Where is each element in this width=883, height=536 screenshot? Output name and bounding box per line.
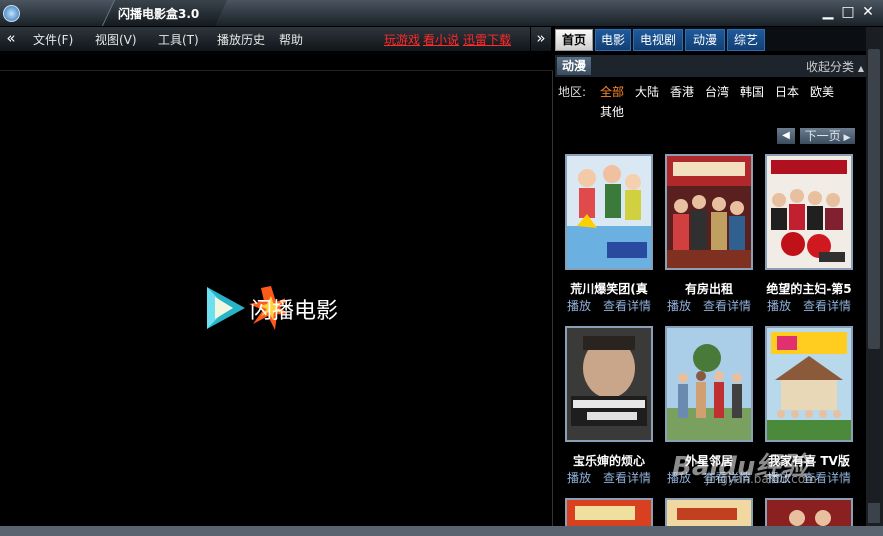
- next-page-button[interactable]: 下一页 ▶: [800, 128, 855, 144]
- collapse-category-label: 收起分类: [806, 60, 855, 74]
- region-hongkong[interactable]: 香港: [670, 82, 694, 102]
- region-other[interactable]: 其他: [600, 102, 624, 122]
- promo-thunder-download-link[interactable]: 迅雷下载: [463, 31, 511, 48]
- movie-poster[interactable]: [765, 154, 853, 270]
- scrollbar-thumb[interactable]: [868, 49, 880, 349]
- play-link[interactable]: 播放: [567, 469, 591, 486]
- poster-image: [667, 328, 751, 440]
- details-link[interactable]: 查看详情: [603, 469, 651, 486]
- arrow-right-icon: ▶: [840, 133, 851, 143]
- menu-view[interactable]: 视图(V): [95, 31, 137, 48]
- poster-image: [767, 500, 851, 526]
- minimize-button[interactable]: ▁: [820, 4, 836, 20]
- menu-file[interactable]: 文件(F): [33, 31, 73, 48]
- close-button[interactable]: ✕: [860, 4, 876, 20]
- menu-bar: « 文件(F) 视图(V) 工具(T) 播放历史 帮助 玩游戏 看小说 迅雷下载: [0, 27, 530, 51]
- menu-tools[interactable]: 工具(T): [158, 31, 199, 48]
- collapse-category-button[interactable]: 收起分类 ▲: [806, 58, 864, 75]
- video-player[interactable]: 闪播电影: [0, 70, 553, 527]
- previous-page-button[interactable]: ◀: [777, 128, 795, 144]
- scrollbar-lower-track[interactable]: [868, 503, 880, 523]
- promo-games-link[interactable]: 玩游戏: [384, 31, 420, 48]
- tab-variety[interactable]: 综艺: [727, 29, 765, 51]
- play-link[interactable]: 播放: [567, 297, 591, 314]
- movie-poster[interactable]: [665, 326, 753, 442]
- status-bar: [0, 526, 883, 536]
- details-link[interactable]: 查看详情: [703, 297, 751, 314]
- movie-poster[interactable]: [565, 326, 653, 442]
- region-japan[interactable]: 日本: [775, 82, 799, 102]
- movie-poster[interactable]: [665, 498, 753, 526]
- tab-movies[interactable]: 电影: [595, 29, 631, 51]
- panel-scrollbar[interactable]: [866, 27, 883, 526]
- collapse-panel-button[interactable]: «: [3, 29, 19, 47]
- region-west[interactable]: 欧美: [810, 82, 834, 102]
- region-korea[interactable]: 韩国: [740, 82, 764, 102]
- movie-title[interactable]: 绝望的主妇-第5: [763, 280, 855, 297]
- promo-novels-link[interactable]: 看小说: [423, 31, 459, 48]
- movie-poster[interactable]: [665, 154, 753, 270]
- poster-image: [567, 156, 651, 268]
- expand-panel-button[interactable]: »: [531, 27, 551, 51]
- menu-help[interactable]: 帮助: [279, 31, 303, 48]
- tab-anime[interactable]: 动漫: [685, 29, 725, 51]
- poster-image: [567, 500, 651, 526]
- play-link[interactable]: 播放: [767, 297, 791, 314]
- baidu-watermark-url: jingyan.baidu.com: [706, 472, 817, 486]
- region-taiwan[interactable]: 台湾: [705, 82, 729, 102]
- movie-poster[interactable]: [765, 498, 853, 526]
- chevron-up-icon: ▲: [857, 64, 864, 73]
- window-title: 闪播电影盒3.0: [118, 7, 200, 21]
- tab-bar: 首页 电影 电视剧 动漫 综艺: [555, 27, 866, 51]
- movie-title[interactable]: 荒川爆笑团(真: [563, 280, 655, 297]
- poster-image: [767, 328, 851, 440]
- category-bar: 动漫 收起分类 ▲: [555, 55, 866, 77]
- region-all[interactable]: 全部: [600, 82, 624, 102]
- details-link[interactable]: 查看详情: [803, 297, 851, 314]
- category-title: 动漫: [557, 57, 592, 75]
- next-page-label: 下一页: [804, 129, 841, 143]
- movie-title[interactable]: 有房出租: [663, 280, 755, 297]
- poster-image: [567, 328, 651, 440]
- details-link[interactable]: 查看详情: [603, 297, 651, 314]
- player-logo: 闪播电影: [205, 283, 350, 333]
- play-link[interactable]: 播放: [667, 297, 691, 314]
- poster-image: [767, 156, 851, 268]
- region-mainland[interactable]: 大陆: [635, 82, 659, 102]
- movie-poster[interactable]: [565, 154, 653, 270]
- player-logo-text: 闪播电影: [250, 299, 339, 324]
- menu-history[interactable]: 播放历史: [217, 31, 265, 48]
- title-bar: 闪播电影盒3.0 ▁ □ ✕: [0, 0, 883, 27]
- movie-title[interactable]: 宝乐婶的烦心: [563, 452, 655, 469]
- maximize-button[interactable]: □: [840, 4, 856, 20]
- region-label: 地区:: [558, 85, 587, 99]
- poster-image: [667, 156, 751, 268]
- movie-poster[interactable]: [565, 498, 653, 526]
- movie-poster[interactable]: [765, 326, 853, 442]
- app-icon: [3, 5, 20, 22]
- tab-home[interactable]: 首页: [555, 29, 593, 51]
- tab-tv-series[interactable]: 电视剧: [633, 29, 683, 51]
- poster-image: [667, 500, 751, 526]
